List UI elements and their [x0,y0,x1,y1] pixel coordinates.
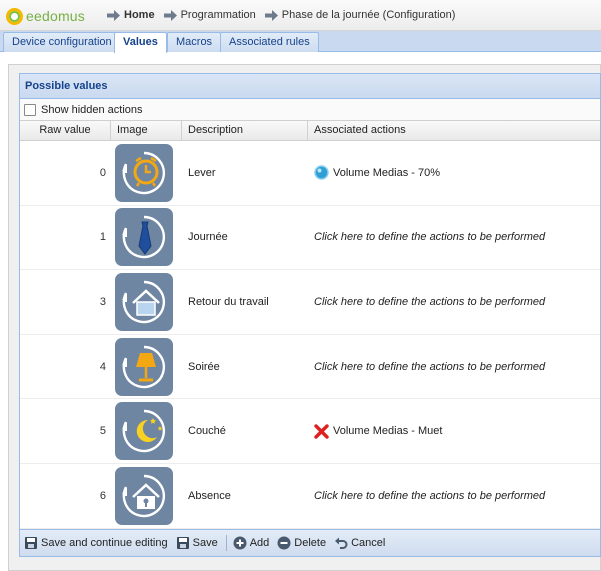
table-row[interactable]: 1 Journée Click here to define the actio… [20,206,600,271]
breadcrumb-home[interactable]: Home [107,9,155,21]
breadcrumb: Home Programmation Phase de la journée (… [107,9,464,21]
save-label: Save [192,537,218,549]
possible-values-panel: Possible values Show hidden actions Raw … [19,73,601,557]
column-associated-actions[interactable]: Associated actions [308,121,600,140]
arrow-right-icon [264,9,278,21]
red-cross-icon [314,423,329,439]
top-header: eedomus Home Programmation Phase de la j… [0,0,601,31]
minus-circle-icon [277,536,291,550]
define-actions-link[interactable]: Click here to define the actions to be p… [314,361,545,373]
floppy-disk-icon [25,537,37,549]
logo-ring-icon [6,7,23,25]
image-cell [111,208,182,267]
associated-action[interactable]: Click here to define the actions to be p… [308,361,600,373]
save-and-continue-label: Save and continue editing [41,537,168,549]
breadcrumb-label: Phase de la journée (Configuration) [281,9,456,21]
description: Retour du travail [188,295,269,308]
column-image[interactable]: Image [111,121,182,140]
undo-arrow-icon [335,537,348,549]
tab-strip: Device configuration Values Macros Assoc… [0,31,601,53]
save-and-continue-button[interactable]: Save and continue editing [24,536,168,550]
associated-action[interactable]: Volume Medias - Muet [308,423,600,439]
lamp-icon[interactable] [115,337,173,396]
image-cell [111,466,182,525]
raw-value: 6 [99,489,106,502]
description: Soirée [188,360,220,373]
tab-associated-rules[interactable]: Associated rules [220,32,319,52]
delete-button[interactable]: Delete [277,536,326,550]
tab-values[interactable]: Values [114,32,167,53]
logo-text: eedomus [26,8,85,24]
blue-bubble-icon [314,165,329,181]
bottom-toolbar: Save and continue editing Save Add Delet… [19,529,601,557]
plus-circle-icon [233,536,247,550]
house-icon[interactable] [115,272,173,331]
values-table: 0 Lever Volume Medias - 70% 1 Journée Cl… [20,141,600,529]
associated-action[interactable]: Click here to define the actions to be p… [308,296,600,308]
tab-macros[interactable]: Macros [167,32,222,52]
associated-action[interactable]: Volume Medias - 70% [308,165,600,181]
moon-stars-icon[interactable] [115,402,173,461]
description: Lever [188,166,216,179]
image-cell [111,143,182,202]
associated-action[interactable]: Click here to define the actions to be p… [308,231,600,243]
description: Couché [188,425,226,438]
show-hidden-actions-row[interactable]: Show hidden actions [20,99,600,121]
delete-label: Delete [294,537,327,549]
column-description[interactable]: Description [182,121,308,140]
raw-value: 5 [99,425,106,438]
raw-value: 4 [99,360,106,373]
table-row[interactable]: 0 Lever Volume Medias - 70% [20,141,600,206]
define-actions-link[interactable]: Click here to define the actions to be p… [314,231,545,243]
show-hidden-actions-checkbox[interactable] [24,103,36,116]
show-hidden-actions-label[interactable]: Show hidden actions [41,104,143,116]
image-cell [111,402,182,461]
table-row[interactable]: 5 Couché Volume Medias - Muet [20,399,600,464]
table-row[interactable]: 6 Absence Click here to define the actio… [20,464,600,529]
table-header: Raw value Image Description Associated a… [20,121,600,141]
raw-value: 1 [99,231,106,244]
image-cell [111,337,182,396]
floppy-disk-icon [176,537,189,549]
define-actions-link[interactable]: Click here to define the actions to be p… [314,490,545,502]
add-label: Add [249,537,270,549]
table-row[interactable]: 3 Retour du travail Click here to define… [20,270,600,335]
tab-device-configuration[interactable]: Device configuration [3,32,121,52]
description: Absence [188,489,231,502]
add-button[interactable]: Add [233,536,270,550]
action-text: Volume Medias - 70% [333,166,440,179]
raw-value: 3 [99,295,106,308]
action-text: Volume Medias - Muet [333,425,443,438]
breadcrumb-label: Home [124,9,155,21]
cancel-button[interactable]: Cancel [334,536,385,550]
table-row[interactable]: 4 Soirée Click here to define the action… [20,335,600,400]
breadcrumb-programmation[interactable]: Programmation [163,9,256,21]
arrow-right-icon [163,9,177,21]
raw-value: 0 [99,166,106,179]
description: Journée [188,231,228,244]
save-button[interactable]: Save [176,536,218,550]
toolbar-separator [225,535,227,551]
alarm-clock-icon[interactable] [115,143,173,202]
cancel-label: Cancel [351,537,386,549]
arrow-right-icon [107,9,120,21]
house-lock-icon[interactable] [115,466,173,525]
necktie-icon[interactable] [115,208,173,267]
panel-title: Possible values [20,74,600,99]
define-actions-link[interactable]: Click here to define the actions to be p… [314,296,545,308]
breadcrumb-label: Programmation [180,9,256,21]
associated-action[interactable]: Click here to define the actions to be p… [308,490,600,502]
breadcrumb-phase-configuration[interactable]: Phase de la journée (Configuration) [264,9,456,21]
eedomus-logo[interactable]: eedomus [6,6,85,26]
image-cell [111,272,182,331]
column-raw-value[interactable]: Raw value [20,121,111,140]
